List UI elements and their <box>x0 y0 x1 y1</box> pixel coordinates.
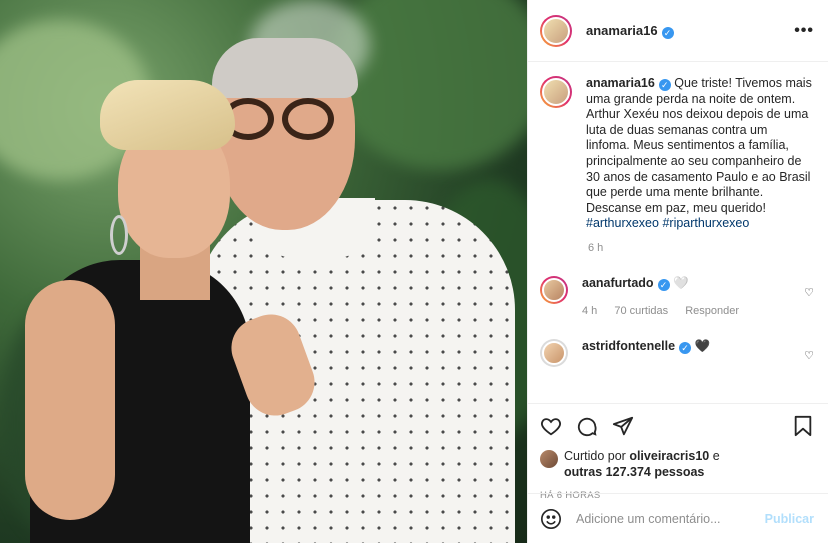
caption-username[interactable]: anamaria16 <box>586 76 655 90</box>
verified-icon: ✓ <box>661 26 674 39</box>
commenter-username[interactable]: astridfontenelle <box>582 339 675 353</box>
more-options-icon[interactable]: ••• <box>794 22 814 40</box>
comment-likes[interactable]: 70 curtidas <box>614 305 668 317</box>
action-icons <box>540 414 814 438</box>
comment-time: 4 h <box>582 304 598 317</box>
liker-username[interactable]: oliveiracris10 <box>629 449 709 463</box>
like-heart-icon[interactable] <box>540 415 562 437</box>
commenter-avatar[interactable] <box>540 275 568 304</box>
woman-arm <box>25 280 115 520</box>
comment-bubble-icon[interactable] <box>576 415 598 437</box>
like-comment-icon[interactable]: ♡ <box>804 349 814 362</box>
verified-icon: ✓ <box>679 341 692 354</box>
caption-avatar[interactable] <box>540 76 572 108</box>
commenter-avatar[interactable] <box>540 338 568 367</box>
author-username-text[interactable]: anamaria16 <box>586 23 658 38</box>
post-header: anamaria16 ✓ ••• <box>528 0 828 62</box>
emoji-icon[interactable] <box>540 508 562 530</box>
liked-by: Curtido por oliveiracris10 e outras 127.… <box>540 448 814 480</box>
post-side-panel: anamaria16 ✓ ••• anamaria16 ✓ Que triste! … <box>527 0 828 543</box>
save-bookmark-icon[interactable] <box>792 415 814 437</box>
share-send-icon[interactable] <box>612 415 634 437</box>
like-comment-icon[interactable]: ♡ <box>804 286 814 299</box>
liked-prefix: Curtido por <box>564 449 626 463</box>
man-glasses <box>222 98 342 142</box>
publish-button[interactable]: Publicar <box>765 512 814 526</box>
reply-button[interactable]: Responder <box>685 305 739 317</box>
author-avatar[interactable] <box>540 14 572 47</box>
post-caption: anamaria16 ✓ Que triste! Tivemos mais uma… <box>540 76 814 232</box>
comment-input[interactable] <box>576 511 765 526</box>
verified-icon: ✓ <box>658 79 671 91</box>
comment-text: 🤍 <box>673 275 689 290</box>
comment-text: 🖤 <box>694 338 711 353</box>
add-comment-bar: Publicar <box>528 493 828 543</box>
liked-connector: e <box>712 449 720 463</box>
caption-body: Que triste! Tivemos mais uma grande perd… <box>586 76 812 215</box>
caption-time: 6 h <box>588 241 604 254</box>
commenter-username[interactable]: aanafurtado <box>582 276 654 290</box>
post-photo[interactable] <box>0 0 527 543</box>
comment-item: astridfontenelle ✓ 🖤 ♡ <box>540 338 814 367</box>
author-username[interactable]: anamaria16 ✓ <box>586 23 674 39</box>
comments-section: anamaria16 ✓ Que triste! Tivemos mais uma… <box>528 62 828 403</box>
comment-item: aanafurtado ✓ 🤍 4 h 70 curtidas Responder… <box>540 275 814 317</box>
caption-text: anamaria16 ✓ Que triste! Tivemos mais uma… <box>586 76 814 232</box>
liker-avatar[interactable] <box>540 450 558 468</box>
woman-hair <box>100 80 235 150</box>
comment-meta: 4 h 70 curtidas Responder <box>582 305 814 317</box>
hashtag-link[interactable]: #arthurxexeo <box>586 216 659 230</box>
likes-count-link[interactable]: outras 127.374 pessoas <box>564 465 704 479</box>
hashtag-link[interactable]: #riparthurxexeo <box>662 216 749 230</box>
woman-earring <box>110 215 128 255</box>
man-hair <box>212 38 358 98</box>
verified-icon: ✓ <box>657 278 670 291</box>
instagram-post: anamaria16 ✓ ••• anamaria16 ✓ Que triste! … <box>0 0 828 543</box>
